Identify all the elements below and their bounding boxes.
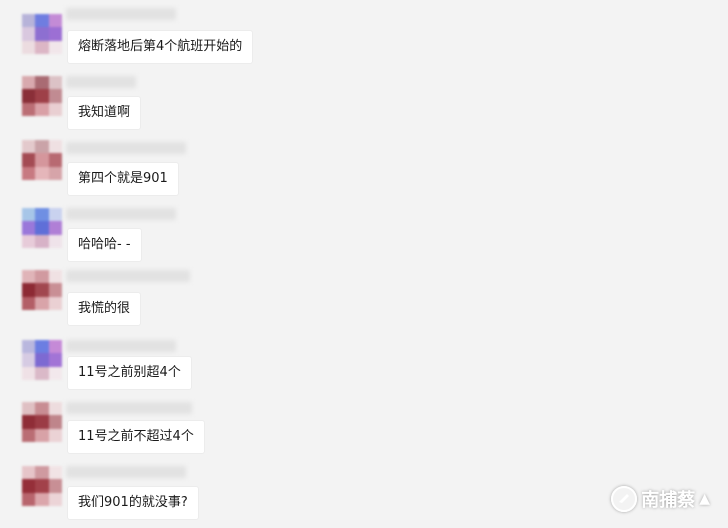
chat-message: 我知道啊 [0, 70, 728, 136]
watermark-mark-icon: ▲ [699, 491, 710, 507]
avatar-pixelated[interactable] [22, 270, 62, 310]
chat-message: 第四个就是901 [0, 136, 728, 202]
chat-message-list: 熔断落地后第4个航班开始的 我知道啊 第四个就是901 哈哈哈- - 我慌的很 … [0, 0, 728, 523]
sender-name-blurred [66, 340, 176, 352]
avatar-pixelated[interactable] [22, 76, 62, 116]
message-bubble[interactable]: 熔断落地后第4个航班开始的 [67, 30, 254, 64]
sender-name-blurred [66, 8, 176, 20]
message-bubble[interactable]: 我知道啊 [67, 96, 142, 130]
chat-message: 11号之前别超4个 [0, 334, 728, 400]
avatar-pixelated[interactable] [22, 14, 62, 54]
avatar-pixelated[interactable] [22, 208, 62, 248]
chat-message: 熔断落地后第4个航班开始的 [0, 4, 728, 70]
watermark-logo-icon [611, 486, 638, 512]
sender-name-blurred [66, 270, 190, 282]
watermark: 南捕蔡 ▲ [611, 485, 710, 513]
avatar-pixelated[interactable] [22, 340, 62, 380]
message-bubble[interactable]: 11号之前不超过4个 [67, 420, 205, 454]
message-bubble[interactable]: 哈哈哈- - [67, 228, 142, 262]
message-bubble[interactable]: 我慌的很 [67, 292, 142, 326]
avatar-pixelated[interactable] [22, 140, 62, 180]
message-bubble[interactable]: 我们901的就没事? [67, 486, 199, 520]
sender-name-blurred [66, 76, 136, 88]
chat-message: 我慌的很 [0, 268, 728, 334]
message-bubble[interactable]: 11号之前别超4个 [67, 356, 192, 390]
watermark-text: 南捕蔡 [641, 490, 696, 511]
message-bubble[interactable]: 第四个就是901 [67, 162, 179, 196]
chat-message: 11号之前不超过4个 [0, 398, 728, 464]
sender-name-blurred [66, 402, 192, 414]
sender-name-blurred [66, 466, 186, 478]
sender-name-blurred [66, 142, 186, 154]
avatar-pixelated[interactable] [22, 402, 62, 442]
sender-name-blurred [66, 208, 176, 220]
chat-message: 哈哈哈- - [0, 202, 728, 268]
avatar-pixelated[interactable] [22, 466, 62, 506]
